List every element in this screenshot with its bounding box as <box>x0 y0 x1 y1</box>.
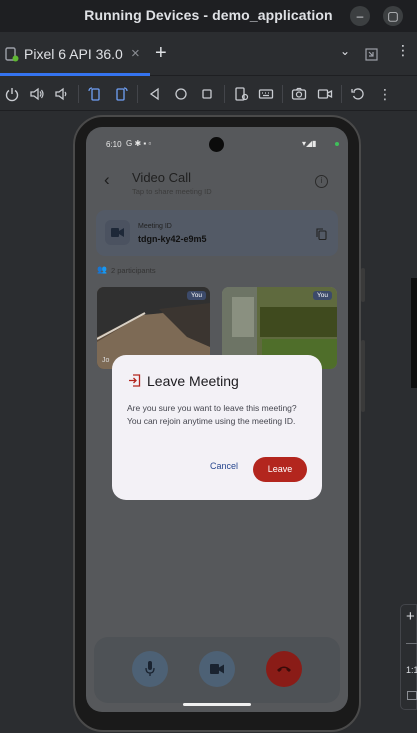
toolbar-separator <box>137 85 138 103</box>
more-options-icon[interactable]: ⋮ <box>375 84 395 104</box>
undo-icon[interactable] <box>348 84 368 104</box>
gesture-nav-bar[interactable] <box>183 703 251 706</box>
fit-screen-icon[interactable] <box>407 691 417 700</box>
toolbar-separator <box>341 85 342 103</box>
device-toolbar: ⋮ <box>0 77 417 111</box>
toolbar-separator <box>224 85 225 103</box>
home-icon[interactable] <box>171 84 191 104</box>
dialog-message: Are you sure you want to leave this meet… <box>127 403 297 426</box>
camera-toggle-button[interactable] <box>199 651 235 687</box>
camera-icon[interactable] <box>289 84 309 104</box>
volume-down-icon[interactable] <box>51 84 71 104</box>
minimize-panel-icon[interactable] <box>365 48 378 61</box>
add-tab-icon[interactable]: + <box>155 42 167 65</box>
secondary-device-frame <box>411 278 417 388</box>
video-camera-icon <box>111 228 124 237</box>
phone-power-button[interactable] <box>361 268 365 302</box>
zoom-in-icon[interactable]: + <box>406 608 415 625</box>
chevron-down-icon[interactable]: ⌄ <box>340 44 350 58</box>
video-camera-icon <box>210 664 224 674</box>
meeting-id-label: Meeting ID <box>138 223 172 230</box>
hang-up-icon <box>277 666 291 672</box>
participants-count: 2 participants <box>111 266 156 275</box>
you-badge: You <box>313 291 332 300</box>
leave-button[interactable]: Leave <box>253 457 307 482</box>
status-notification-icons: G ✱ ▪ ▫ <box>126 139 152 148</box>
zoom-controls-panel: + 1:1 <box>400 604 417 710</box>
meeting-id-value: tdgn-ky42-e9m5 <box>138 234 207 244</box>
cancel-button[interactable]: Cancel <box>210 461 238 471</box>
rotate-left-icon[interactable] <box>85 84 105 104</box>
back-arrow-icon[interactable]: ‹ <box>104 170 110 190</box>
close-tab-icon[interactable]: × <box>131 45 140 62</box>
page-title: Video Call <box>132 170 192 185</box>
screen-record-icon[interactable] <box>315 84 335 104</box>
status-system-icons: ▾◢▮ <box>302 139 317 148</box>
exit-icon <box>129 374 141 387</box>
tab-bar: Pixel 6 API 36.0 × + ⌄ ⋮ <box>0 32 417 76</box>
maximize-button[interactable]: ▢ <box>383 6 403 26</box>
dialog-title: Leave Meeting <box>147 373 239 389</box>
zoom-divider <box>406 643 417 644</box>
info-icon[interactable]: i <box>315 175 328 188</box>
front-camera <box>209 137 224 152</box>
volume-up-icon[interactable] <box>27 84 47 104</box>
page-subtitle: Tap to share meeting ID <box>132 187 212 196</box>
tab-device[interactable]: Pixel 6 API 36.0 × <box>0 32 150 76</box>
microphone-icon <box>145 661 155 676</box>
leave-meeting-dialog: Leave Meeting Are you sure you want to l… <box>112 355 322 500</box>
power-icon[interactable] <box>2 84 22 104</box>
title-bar: Running Devices - demo_application – ▢ <box>0 0 417 32</box>
meeting-id-card[interactable]: Meeting ID tdgn-ky42-e9m5 <box>96 210 338 256</box>
toolbar-separator <box>282 85 283 103</box>
device-icon <box>5 47 19 62</box>
toolbar-separator <box>78 85 79 103</box>
minimize-button[interactable]: – <box>350 6 370 26</box>
tab-label: Pixel 6 API 36.0 <box>24 46 123 62</box>
device-settings-icon[interactable] <box>231 84 251 104</box>
privacy-indicator <box>335 142 339 146</box>
overview-icon[interactable] <box>197 84 217 104</box>
participant-name: Jo <box>102 357 110 364</box>
rotate-right-icon[interactable] <box>111 84 131 104</box>
more-options-icon[interactable]: ⋮ <box>396 42 410 59</box>
you-badge: You <box>187 291 206 300</box>
status-time: 6:10 <box>106 140 122 149</box>
mute-button[interactable] <box>132 651 168 687</box>
phone-volume-button[interactable] <box>361 340 365 412</box>
keyboard-icon[interactable] <box>256 84 276 104</box>
copy-icon[interactable] <box>316 228 327 240</box>
back-icon[interactable] <box>145 84 165 104</box>
video-badge <box>105 220 130 245</box>
people-icon: 👥 <box>97 265 107 274</box>
end-call-button[interactable] <box>266 651 302 687</box>
active-tab-indicator <box>0 73 150 76</box>
zoom-ratio[interactable]: 1:1 <box>406 665 417 675</box>
